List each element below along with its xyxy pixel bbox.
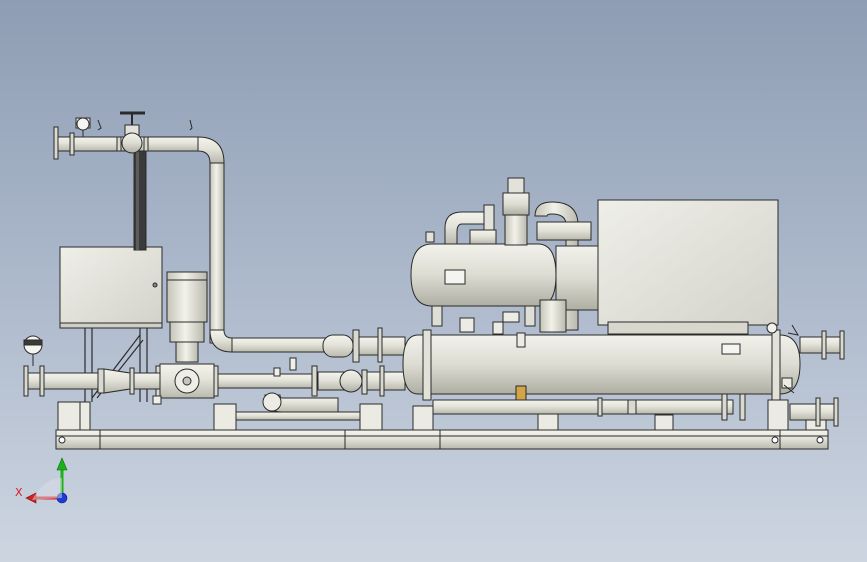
evaporator-shell[interactable] [402,329,801,401]
axis-triad: X [15,457,68,504]
lower-loop-pipe[interactable] [235,392,361,421]
model-view[interactable]: X [0,0,867,562]
vertical-riser-pipe[interactable] [133,149,147,251]
oil-separator-vessel[interactable] [410,243,557,327]
pressure-gauge-left [23,335,43,366]
upper-process-line[interactable] [322,327,406,363]
axis-x-label: X [15,486,23,499]
pump-motor[interactable] [166,271,208,363]
base-skid-frame[interactable] [55,429,829,450]
cad-viewport[interactable]: X [0,0,867,562]
left-control-cabinet[interactable] [59,246,163,329]
pump-volute[interactable] [155,363,219,399]
bottom-return-line[interactable] [432,393,746,421]
